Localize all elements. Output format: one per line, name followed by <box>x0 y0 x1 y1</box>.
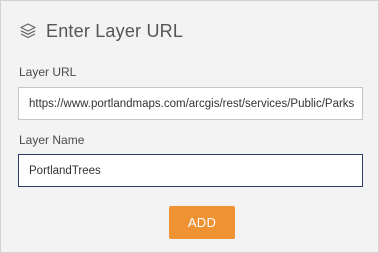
layer-url-label: Layer URL <box>19 65 77 79</box>
add-button[interactable]: ADD <box>169 206 235 239</box>
layers-icon <box>19 22 37 40</box>
layer-name-label: Layer Name <box>19 133 85 147</box>
panel-header: Enter Layer URL <box>19 18 183 44</box>
layer-url-input[interactable] <box>18 87 363 120</box>
panel-title: Enter Layer URL <box>46 20 184 41</box>
enter-layer-url-panel: Enter Layer URL Layer URL Layer Name ADD <box>0 0 379 253</box>
layer-name-input[interactable] <box>18 154 363 187</box>
